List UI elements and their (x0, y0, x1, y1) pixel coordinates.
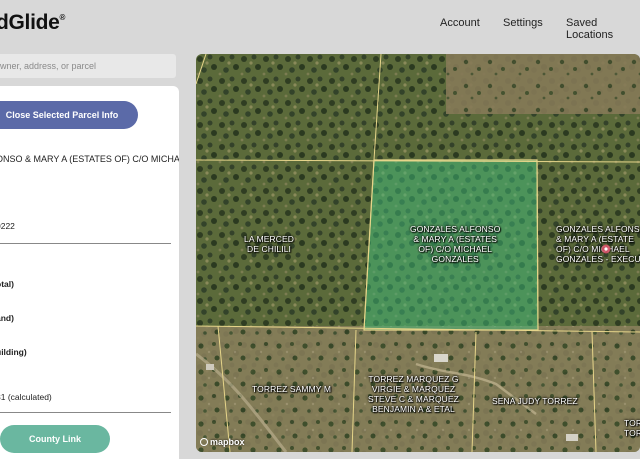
parcel-label-torr: TORTORR (624, 418, 640, 438)
value-building-label: uilding) (0, 347, 27, 357)
satellite-map[interactable]: LA MERCED DE CHILILI GONZALES ALFONSO & MA… (196, 54, 640, 452)
building-roof (434, 354, 448, 362)
parcel-id-value: 0222 (0, 221, 15, 231)
building-roof (206, 364, 214, 370)
close-parcel-info-button[interactable]: Close Selected Parcel Info (0, 101, 138, 129)
county-link-button[interactable]: County Link (0, 425, 110, 453)
mapbox-logo-icon (200, 438, 208, 446)
app-logo[interactable]: dGlide® (0, 11, 65, 35)
parcel-label-selected: GONZALES ALFONSO & MARY A (ESTATES OF) C/O… (410, 224, 501, 264)
parcel-label-sena-judy: SENA JUDY TORREZ (492, 396, 578, 406)
building-roof (566, 434, 578, 441)
nav-saved-locations[interactable]: Saved Locations (566, 17, 640, 41)
acreage-value: 31 (calculated) (0, 392, 52, 402)
nav-settings[interactable]: Settings (503, 17, 543, 29)
owner-name: ONSO & MARY A (ESTATES OF) C/O MICHAEL (0, 154, 179, 164)
parcel-info-panel: Close Selected Parcel Info ONSO & MARY A… (0, 86, 179, 459)
divider (0, 243, 171, 244)
parcel-label-torrez-marquez: TORREZ MARQUEZ G VIRGIE & MARQUEZ STEVE C … (368, 374, 459, 414)
logo-text: dGlide (0, 11, 60, 34)
location-pin-icon[interactable] (600, 244, 612, 256)
mapbox-attribution[interactable]: mapbox (200, 437, 245, 447)
parcel-label-la-merced: LA MERCED DE CHILILI (244, 234, 295, 254)
top-bar: dGlide® Account Settings Saved Locations (0, 0, 640, 48)
map-terrain-open (446, 54, 640, 114)
value-total-label: otal) (0, 279, 14, 289)
nav-account[interactable]: Account (440, 17, 480, 29)
parcel-label-gonzales-east: GONZALES ALFONS & MARY A (ESTATE OF) C/O M… (556, 224, 640, 264)
divider (0, 412, 171, 413)
value-land-label: and) (0, 313, 14, 323)
logo-registered-mark: ® (59, 13, 66, 22)
parcel-label-torrez-sammy: TORREZ SAMMY M (252, 384, 332, 394)
search-input[interactable] (0, 54, 176, 78)
